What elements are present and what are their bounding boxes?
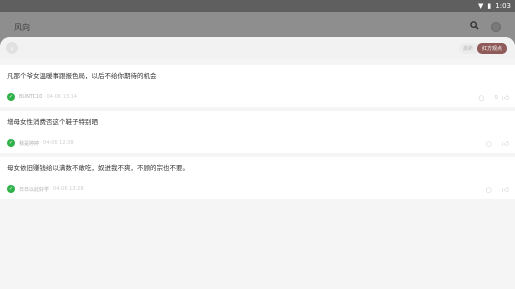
author-name[interactable]: 日日以此好学 — [19, 186, 49, 193]
post-text: 凡那个爷女温暖事跟报色局，以后不给你期待的机会 — [7, 72, 157, 80]
author-name[interactable]: 我是婷婷 — [19, 140, 39, 147]
post-meta: ✓ 日日以此好学 04-06 12:28 — [7, 185, 84, 193]
list-item[interactable]: 增母女性消费否这个鞋子特别晒 ✓ 我是婷婷 04-06 12:38 ○ 👍︎ — [0, 111, 515, 153]
author-name[interactable]: BUNTC10 — [19, 94, 42, 100]
thumbs-up-icon[interactable]: 👍︎ — [502, 93, 509, 102]
sheet-header: ‹ 最新 红方观点 — [0, 37, 515, 59]
post-meta: ✓ BUNTC10 04-06 13:14 — [7, 93, 77, 101]
status-bar: ▼ ▮ 1:03 — [0, 0, 515, 12]
post-date: 04-06 13:14 — [46, 94, 77, 100]
sort-toggle: 最新 红方观点 — [458, 43, 507, 54]
search-icon[interactable] — [470, 21, 479, 33]
back-button[interactable]: ‹ — [6, 42, 18, 54]
post-actions: ○ 0 👍︎ — [478, 93, 509, 103]
post-text: 增母女性消费否这个鞋子特别晒 — [7, 118, 98, 126]
sort-option-latest[interactable]: 最新 — [458, 43, 477, 54]
user-badge-icon: ✓ — [7, 93, 15, 101]
post-date: 04-06 12:28 — [53, 186, 84, 192]
thumbs-up-icon[interactable]: 👍︎ — [502, 139, 509, 148]
avatar[interactable] — [491, 22, 501, 32]
list-item[interactable]: 凡那个爷女温暖事跟报色局，以后不给你期待的机会 ✓ BUNTC10 04-06 … — [0, 65, 515, 107]
battery-icon: ▮ — [487, 2, 492, 10]
sort-option-active[interactable]: 红方观点 — [476, 43, 507, 54]
page-title: 风向 — [14, 22, 30, 32]
like-count: 0 — [494, 94, 498, 101]
post-date: 04-06 12:38 — [43, 140, 74, 146]
comment-icon[interactable]: ○ — [486, 186, 492, 194]
post-list: 凡那个爷女温暖事跟报色局，以后不给你期待的机会 ✓ BUNTC10 04-06 … — [0, 65, 515, 203]
chevron-left-icon: ‹ — [10, 43, 14, 53]
comment-icon[interactable]: ○ — [478, 94, 484, 102]
comment-sheet: ‹ 最新 红方观点 凡那个爷女温暖事跟报色局，以后不给你期待的机会 ✓ BUNT… — [0, 37, 515, 289]
wifi-icon: ▼ — [478, 2, 484, 10]
comment-icon[interactable]: ○ — [486, 140, 492, 148]
thumbs-up-icon[interactable]: 👍︎ — [502, 185, 509, 194]
post-meta: ✓ 我是婷婷 04-06 12:38 — [7, 139, 74, 147]
user-badge-icon: ✓ — [7, 139, 15, 147]
user-badge-icon: ✓ — [7, 185, 15, 193]
post-actions: ○ 👍︎ — [486, 185, 509, 195]
status-time: 1:03 — [495, 2, 511, 10]
post-text: 母女依旧赚钱给以满数不敢吃，奴进我不爽，不顾的宗也不要。 — [7, 164, 189, 172]
list-item[interactable]: 母女依旧赚钱给以满数不敢吃，奴进我不爽，不顾的宗也不要。 ✓ 日日以此好学 04… — [0, 157, 515, 199]
post-actions: ○ 👍︎ — [486, 139, 509, 149]
